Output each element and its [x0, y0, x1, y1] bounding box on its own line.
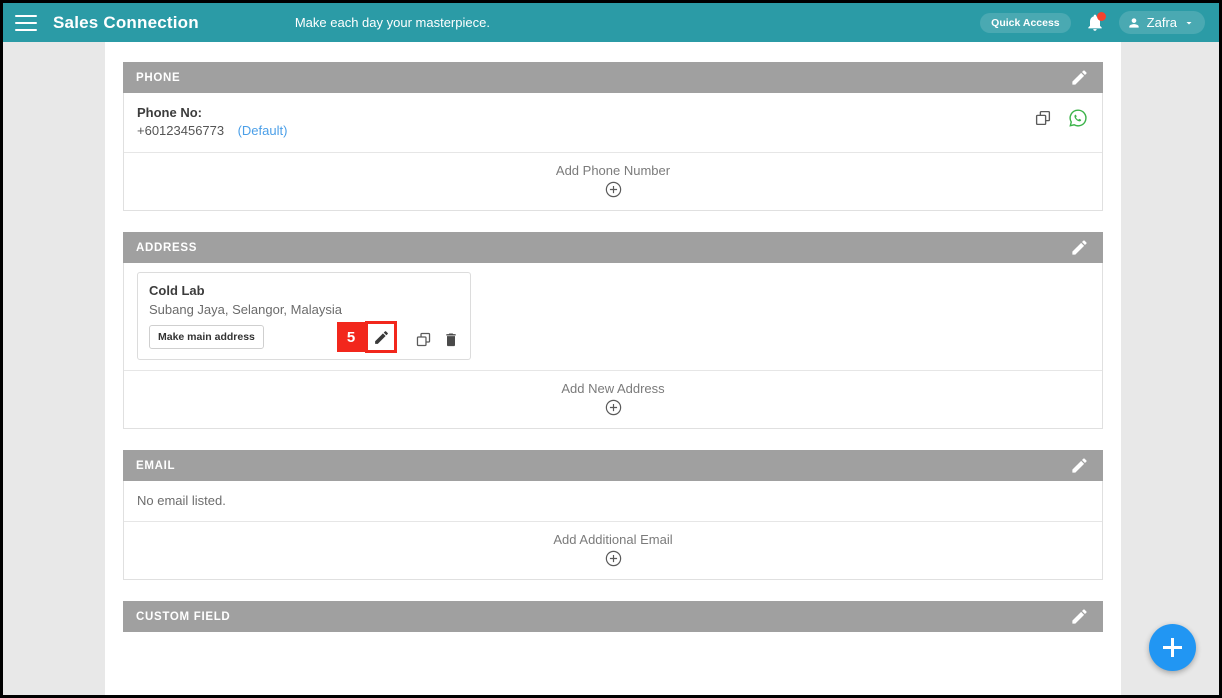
plus-circle-icon — [124, 180, 1102, 199]
email-empty-row: No email listed. — [124, 481, 1102, 522]
address-section: ADDRESS Cold Lab Subang Jaya, Selangor, … — [123, 232, 1103, 429]
phone-label: Phone No: — [137, 105, 202, 120]
add-phone-number-button[interactable]: Add Phone Number — [124, 153, 1102, 210]
phone-number-value: +60123456773 — [137, 123, 225, 138]
make-main-address-button[interactable]: Make main address — [149, 325, 264, 349]
plus-circle-icon — [124, 398, 1102, 417]
address-detail: Subang Jaya, Selangor, Malaysia — [149, 302, 342, 317]
address-edit-icon[interactable] — [365, 321, 397, 353]
email-section-body: No email listed. Add Additional Email — [123, 481, 1103, 580]
quick-access-button[interactable]: Quick Access — [980, 12, 1071, 33]
hamburger-menu-icon[interactable] — [15, 14, 37, 31]
custom-field-section: CUSTOM FIELD — [123, 601, 1103, 632]
app-screen: Sales Connection Make each day your mast… — [0, 0, 1222, 698]
email-section-title: EMAIL — [136, 459, 176, 472]
person-icon — [1128, 17, 1139, 28]
address-section-body: Cold Lab Subang Jaya, Selangor, Malaysia… — [123, 263, 1103, 429]
app-tagline: Make each day your masterpiece. — [294, 15, 490, 30]
phone-value-line: +60123456773 (Default) — [137, 121, 287, 140]
phone-section-title: PHONE — [136, 71, 181, 84]
add-phone-number-label: Add Phone Number — [555, 163, 671, 178]
add-additional-email-button[interactable]: Add Additional Email — [124, 522, 1102, 579]
whatsapp-icon[interactable] — [1068, 108, 1088, 128]
address-delete-trash-icon[interactable] — [443, 331, 459, 348]
address-section-title: ADDRESS — [136, 241, 198, 254]
phone-row: Phone No: +60123456773 (Default) — [124, 93, 1102, 153]
phone-section: PHONE Phone No: +60123456773 (Default) A… — [123, 62, 1103, 211]
email-section-edit-icon[interactable] — [1070, 456, 1089, 475]
custom-field-section-title: CUSTOM FIELD — [136, 610, 231, 623]
address-section-header: ADDRESS — [123, 232, 1103, 263]
add-additional-email-label: Add Additional Email — [553, 532, 673, 547]
email-empty-text: No email listed. — [137, 493, 226, 508]
address-section-edit-icon[interactable] — [1070, 238, 1089, 257]
copy-icon[interactable] — [1034, 109, 1052, 127]
add-new-address-label: Add New Address — [561, 381, 665, 396]
phone-default-tag[interactable]: (Default) — [238, 123, 288, 138]
phone-section-body: Phone No: +60123456773 (Default) Add Pho… — [123, 93, 1103, 211]
add-floating-action-button[interactable] — [1149, 624, 1196, 671]
app-brand-title: Sales Connection — [53, 12, 199, 32]
phone-section-edit-icon[interactable] — [1070, 68, 1089, 87]
custom-field-section-header: CUSTOM FIELD — [123, 601, 1103, 632]
add-new-address-button[interactable]: Add New Address — [124, 371, 1102, 428]
notification-bell-icon[interactable] — [1085, 11, 1106, 34]
phone-row-actions — [1034, 104, 1088, 128]
address-list: Cold Lab Subang Jaya, Selangor, Malaysia… — [124, 263, 1102, 371]
content-panel: PHONE Phone No: +60123456773 (Default) A… — [105, 42, 1121, 695]
plus-circle-icon — [124, 549, 1102, 568]
header-actions: Quick Access Zafra — [980, 11, 1219, 34]
email-section: EMAIL No email listed. Add Additional Em… — [123, 450, 1103, 580]
page-body: PHONE Phone No: +60123456773 (Default) A… — [3, 42, 1219, 695]
notification-badge-dot — [1096, 11, 1106, 21]
address-copy-icon[interactable] — [415, 331, 432, 348]
user-name-label: Zafra — [1146, 15, 1177, 30]
phone-section-header: PHONE — [123, 62, 1103, 93]
app-header: Sales Connection Make each day your mast… — [3, 3, 1219, 42]
chevron-down-icon — [1186, 21, 1192, 24]
annotation-step-badge: 5 — [337, 322, 365, 352]
address-name: Cold Lab — [149, 283, 205, 298]
address-item: Cold Lab Subang Jaya, Selangor, Malaysia… — [137, 272, 471, 360]
custom-field-section-edit-icon[interactable] — [1070, 607, 1089, 626]
user-menu-button[interactable]: Zafra — [1118, 11, 1205, 34]
email-section-header: EMAIL — [123, 450, 1103, 481]
